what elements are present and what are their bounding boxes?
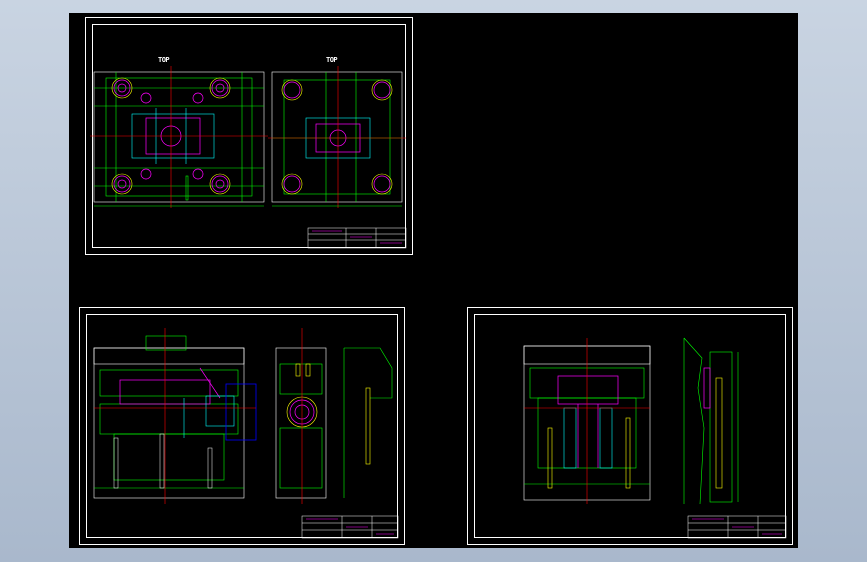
drawing-sheet-1[interactable]: TOP TOP (85, 17, 413, 255)
cad-viewport[interactable]: TOP TOP (69, 13, 798, 548)
sheet-3-drawing (523, 337, 787, 539)
sheet-1-drawing (90, 66, 407, 249)
sheet-2-drawing (93, 328, 399, 539)
drawing-sheet-2[interactable] (79, 307, 405, 545)
drawing-sheet-3[interactable] (467, 307, 793, 545)
